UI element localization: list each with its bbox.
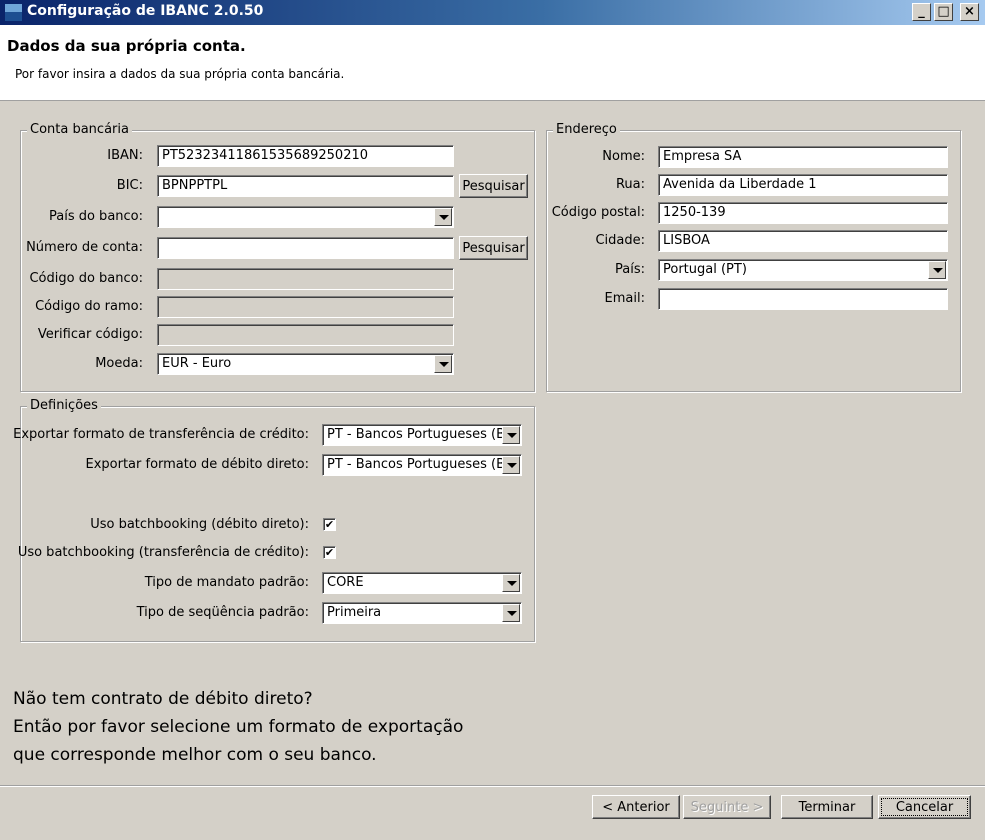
info-line-2: Então por favor selecione um formato de … xyxy=(13,717,464,737)
sequence-type-label: Tipo de seqüência padrão: xyxy=(136,605,309,620)
name-input[interactable]: Empresa SA xyxy=(658,146,948,168)
account-number-input[interactable] xyxy=(157,237,454,259)
account-number-label: Número de conta: xyxy=(26,240,143,255)
mandate-type-label: Tipo de mandato padrão: xyxy=(144,575,309,590)
app-icon xyxy=(5,4,22,21)
bank-code-label: Código do banco: xyxy=(29,271,143,286)
street-label: Rua: xyxy=(615,177,645,192)
chevron-down-icon[interactable] xyxy=(502,456,520,474)
finish-button[interactable]: Terminar xyxy=(781,795,873,819)
bank-country-select[interactable] xyxy=(157,206,454,228)
country-select[interactable]: Portugal (PT) xyxy=(658,259,948,281)
city-input[interactable]: LISBOA xyxy=(658,230,948,252)
title-bar: Configuração de IBANC 2.0.50 _ □ × xyxy=(0,0,985,25)
debit-format-value: PT - Bancos Portugueses (Bc xyxy=(327,457,513,472)
name-label: Nome: xyxy=(602,149,645,164)
email-label: Email: xyxy=(604,291,645,306)
branch-code-label: Código do ramo: xyxy=(35,299,143,314)
settings-legend: Definições xyxy=(27,398,101,413)
email-input[interactable] xyxy=(658,288,948,310)
check-code-input xyxy=(157,324,454,346)
debit-format-label: Exportar formato de débito direto: xyxy=(85,457,310,472)
currency-value: EUR - Euro xyxy=(162,356,232,371)
credit-format-select[interactable]: PT - Bancos Portugueses (Bc xyxy=(322,424,522,446)
next-button[interactable]: Seguinte > xyxy=(683,795,771,819)
postal-code-input[interactable]: 1250-139 xyxy=(658,202,948,224)
mandate-type-value: CORE xyxy=(327,575,364,590)
minimize-button[interactable]: _ xyxy=(912,3,931,21)
credit-format-value: PT - Bancos Portugueses (Bc xyxy=(327,427,513,442)
address-legend: Endereço xyxy=(553,122,620,137)
window-title: Configuração de IBANC 2.0.50 xyxy=(27,3,264,19)
bank-code-input xyxy=(157,268,454,290)
branch-code-input xyxy=(157,296,454,318)
check-icon: ✔ xyxy=(324,518,335,531)
chevron-down-icon[interactable] xyxy=(928,261,946,279)
info-line-3: que corresponde melhor com o seu banco. xyxy=(13,745,377,765)
country-label: País: xyxy=(615,262,645,277)
bic-search-button[interactable]: Pesquisar xyxy=(459,174,528,198)
bic-input[interactable]: BPNPPTPL xyxy=(157,175,454,197)
bank-country-label: País do banco: xyxy=(48,209,143,224)
batch-credit-checkbox[interactable]: ✔ xyxy=(323,546,336,559)
city-label: Cidade: xyxy=(595,233,645,248)
chevron-down-icon[interactable] xyxy=(502,574,520,592)
chevron-down-icon[interactable] xyxy=(502,604,520,622)
page-subtitle: Por favor insira a dados da sua própria … xyxy=(15,67,345,81)
account-search-button[interactable]: Pesquisar xyxy=(459,236,528,260)
info-line-1: Não tem contrato de débito direto? xyxy=(13,689,313,709)
iban-input[interactable]: PT52323411861535689250210 xyxy=(157,145,454,167)
bank-account-legend: Conta bancária xyxy=(27,122,132,137)
back-button[interactable]: < Anterior xyxy=(592,795,680,819)
sequence-type-value: Primeira xyxy=(327,605,382,620)
bic-label: BIC: xyxy=(116,178,143,193)
sequence-type-select[interactable]: Primeira xyxy=(322,602,522,624)
header-panel: Dados da sua própria conta. Por favor in… xyxy=(0,25,985,101)
page-title: Dados da sua própria conta. xyxy=(7,37,246,55)
mandate-type-select[interactable]: CORE xyxy=(322,572,522,594)
close-button[interactable]: × xyxy=(960,3,979,21)
country-value: Portugal (PT) xyxy=(663,262,747,277)
maximize-button[interactable]: □ xyxy=(934,3,953,21)
check-code-label: Verificar código: xyxy=(37,327,143,342)
batch-credit-label: Uso batchbooking (transferência de crédi… xyxy=(17,545,309,560)
cancel-button[interactable]: Cancelar xyxy=(878,795,971,819)
street-input[interactable]: Avenida da Liberdade 1 xyxy=(658,174,948,196)
debit-format-select[interactable]: PT - Bancos Portugueses (Bc xyxy=(322,454,522,476)
batch-debit-checkbox[interactable]: ✔ xyxy=(323,518,336,531)
credit-format-label: Exportar formato de transferência de cré… xyxy=(13,427,309,442)
info-text: Não tem contrato de débito direto? Então… xyxy=(13,685,463,769)
postal-code-label: Código postal: xyxy=(551,205,645,220)
chevron-down-icon[interactable] xyxy=(502,426,520,444)
chevron-down-icon[interactable] xyxy=(434,208,452,226)
batch-debit-label: Uso batchbooking (débito direto): xyxy=(90,517,309,532)
currency-label: Moeda: xyxy=(95,356,143,371)
iban-label: IBAN: xyxy=(107,148,143,163)
check-icon: ✔ xyxy=(324,546,335,559)
chevron-down-icon[interactable] xyxy=(434,355,452,373)
currency-select[interactable]: EUR - Euro xyxy=(157,353,454,375)
footer-separator xyxy=(0,785,985,787)
